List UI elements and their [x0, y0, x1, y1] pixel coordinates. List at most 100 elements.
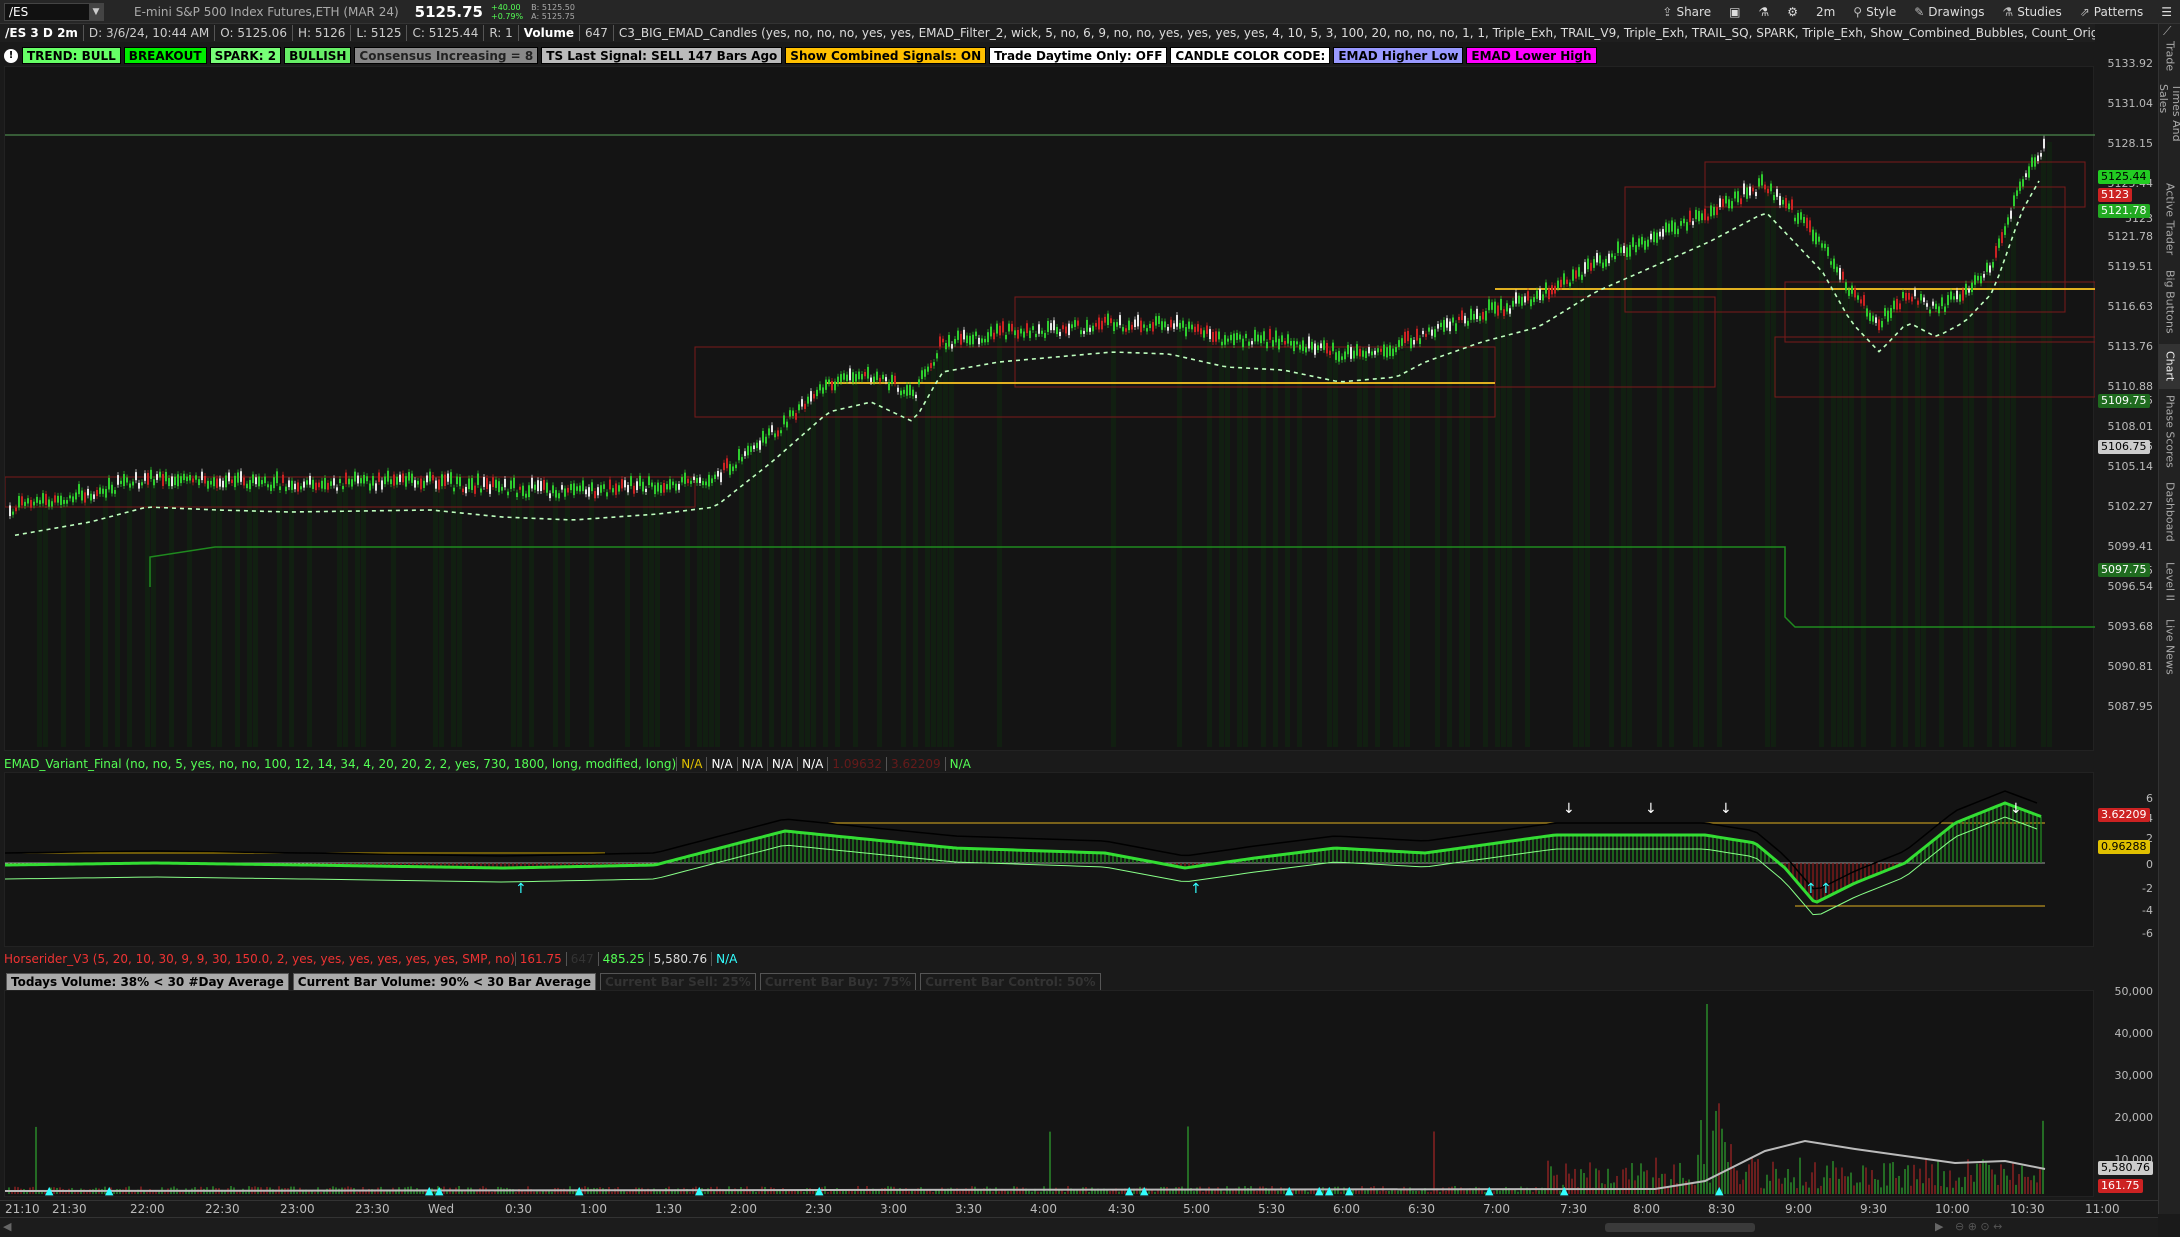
- studies-button[interactable]: ⚗ Studies: [2002, 5, 2061, 19]
- volume-axis-label: 30,000: [2114, 1069, 2154, 1082]
- candle: [1599, 255, 1601, 264]
- candle: [1698, 210, 1700, 222]
- drawings-button[interactable]: ✎ Drawings: [1914, 5, 1984, 19]
- trend-shade-bar: [391, 485, 396, 747]
- candle: [1587, 258, 1589, 270]
- candle: [1605, 258, 1607, 267]
- candle: [2028, 166, 2030, 178]
- zoom-controls[interactable]: ⊖ ⊕ ⊙ ↔: [1955, 1220, 2002, 1233]
- scroll-right-icon[interactable]: ▶: [1935, 1220, 1943, 1233]
- candle: [18, 495, 20, 508]
- candle: [1854, 288, 1856, 298]
- scrollbar-thumb[interactable]: [1605, 1223, 1755, 1232]
- candle: [1665, 222, 1667, 233]
- trend-shade-bar: [703, 483, 708, 747]
- trend-shade-bar: [2041, 152, 2046, 748]
- price-axis[interactable]: 5133.92 5131.04 5128.15 5125.44 5123 5121.78 5…: [2095, 42, 2157, 752]
- sidebar-tab[interactable]: Active Trader: [2159, 179, 2180, 259]
- candle: [1029, 330, 1031, 339]
- candle: [651, 482, 653, 487]
- time-axis[interactable]: 21:10 21:30 22:00 22:30 23:00 23:30 Wed 0:30 1:0…: [0, 1200, 2158, 1216]
- candle: [1839, 267, 1841, 280]
- candle: [258, 476, 260, 487]
- candle: [138, 482, 140, 489]
- time-axis-label: 1:00: [580, 1202, 607, 1216]
- sidebar-tab[interactable]: Trade: [2159, 34, 2180, 79]
- candle: [1446, 318, 1448, 328]
- candle: [1254, 329, 1256, 342]
- candle: [45, 493, 47, 505]
- signal-label: EMAD Higher Low: [1333, 47, 1464, 64]
- volume-axis[interactable]: 50,000 40,000 30,000 20,000 10,000 5,580.76 16…: [2095, 965, 2157, 1200]
- flask-icon: ⚗: [2002, 5, 2014, 19]
- timeframe-button[interactable]: 2m: [1816, 5, 1835, 19]
- candle: [669, 479, 671, 490]
- sidebar-tab[interactable]: Phase Scores: [2159, 394, 2180, 469]
- candle: [1539, 288, 1541, 301]
- candle: [699, 477, 701, 484]
- price-axis-label: 5128.15: [2107, 137, 2154, 150]
- price-tag: 5097.75: [2098, 563, 2150, 577]
- style-button[interactable]: ⚲ Style: [1853, 5, 1896, 19]
- candle: [90, 493, 92, 501]
- candle: [36, 496, 38, 503]
- candle: [1533, 297, 1535, 303]
- candle: [906, 385, 908, 396]
- trend-shade-bar: [277, 486, 282, 747]
- candle: [462, 488, 464, 493]
- screenshot-icon[interactable]: ▣: [1729, 5, 1740, 19]
- candle: [672, 481, 674, 486]
- sidebar-tab[interactable]: Level II: [2159, 554, 2180, 609]
- volume-stat-label: Todays Volume: 38% < 30 #Day Average: [6, 973, 289, 991]
- price-chart-pane[interactable]: [4, 66, 2095, 751]
- candle: [354, 471, 356, 482]
- horizontal-scrollbar[interactable]: ◀ ▶ ⊖ ⊕ ⊙ ↔: [0, 1217, 2158, 1237]
- symbol-text: /ES: [9, 4, 29, 19]
- emad-title[interactable]: EMAD_Variant_Final (no, no, 5, yes, no, …: [4, 757, 975, 771]
- share-button[interactable]: ⇪ Share: [1662, 5, 1711, 19]
- candle: [1695, 209, 1697, 220]
- candle: [1041, 330, 1043, 334]
- horserider-title[interactable]: Horserider_V3 (5, 20, 10, 30, 9, 9, 30, …: [4, 952, 741, 966]
- candle: [2016, 190, 2018, 196]
- candle: [423, 480, 425, 488]
- candle: [252, 474, 254, 484]
- sidebar-tab[interactable]: Chart: [2159, 344, 2180, 389]
- trend-shade-bar: [589, 493, 594, 747]
- flask-icon[interactable]: ⚗: [1758, 5, 1769, 19]
- sidebar-tab[interactable]: Live News: [2159, 614, 2180, 679]
- sidebar-tab[interactable]: Times And Sales: [2157, 84, 2180, 174]
- trend-shade-bar: [37, 506, 42, 747]
- chevron-down-icon[interactable]: ▼: [89, 3, 103, 20]
- candle: [1197, 324, 1199, 332]
- candle: [1131, 324, 1133, 330]
- candle: [1911, 296, 1913, 302]
- emad-pane[interactable]: ↑ ↑ ↑ ↑ ↓ ↓ ↓ ↓: [4, 772, 2094, 947]
- candle: [1974, 275, 1976, 285]
- trend-shade-bar: [769, 439, 774, 747]
- scroll-left-icon[interactable]: ◀: [3, 1220, 11, 1233]
- candle: [1221, 341, 1223, 346]
- menu-icon[interactable]: ☰: [2161, 5, 2172, 19]
- sidebar-tab[interactable]: Dashboard: [2159, 474, 2180, 549]
- trend-shade-bar: [655, 489, 660, 747]
- sidebar-tab[interactable]: Big Buttons: [2159, 264, 2180, 339]
- symbol-selector[interactable]: /ES ▼: [4, 2, 104, 21]
- candle: [723, 462, 725, 471]
- candle: [309, 475, 311, 485]
- candle: [528, 485, 530, 498]
- emad-axis[interactable]: 6 4 2 0 -2 -4 -6 3.62209 0.96288: [2095, 772, 2157, 947]
- candle: [807, 396, 809, 404]
- gear-icon[interactable]: ⚙: [1787, 5, 1798, 19]
- candle: [1770, 183, 1772, 192]
- study-params[interactable]: C3_BIG_EMAD_Candles (yes, no, no, no, ye…: [614, 25, 2095, 41]
- trend-shade-bar: [355, 486, 360, 747]
- volume-pane[interactable]: ▲ ▲ ▲ ▲ ▲ ▲ ▲ ▲ ▲ ▲ ▲ ▲ ▲ ▲ ▲ ▲: [4, 990, 2094, 1197]
- candle: [1149, 323, 1151, 329]
- candle: [1593, 259, 1595, 268]
- patterns-button[interactable]: ⇗ Patterns: [2080, 5, 2144, 19]
- candle: [726, 458, 728, 469]
- candle: [1098, 317, 1100, 330]
- trend-shade-bar: [823, 391, 828, 747]
- alert-icon[interactable]: !: [4, 48, 18, 63]
